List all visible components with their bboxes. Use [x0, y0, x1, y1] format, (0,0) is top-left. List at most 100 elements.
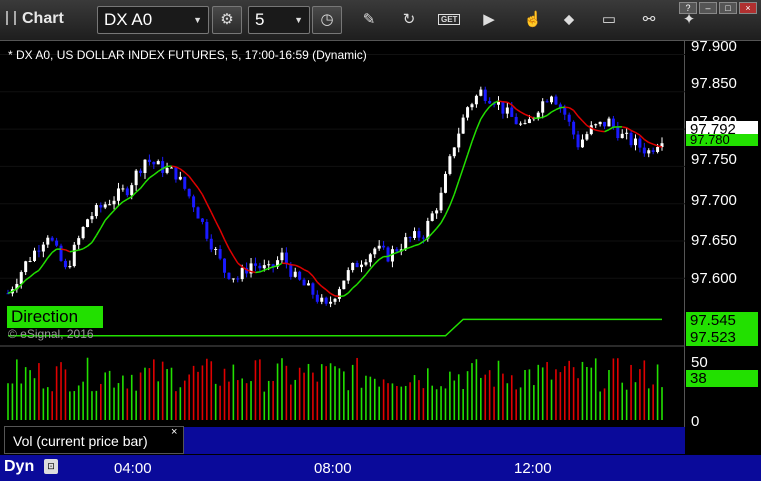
volume-bar — [466, 371, 469, 420]
candle-body — [28, 260, 32, 262]
volume-bar — [130, 374, 133, 420]
candle-body — [298, 271, 302, 280]
moving-average-segment — [369, 263, 376, 270]
moving-average-segment — [418, 240, 424, 246]
volume-bar — [369, 376, 372, 420]
candle-body — [253, 263, 257, 266]
candle-body — [452, 147, 456, 157]
moving-average-segment — [294, 264, 300, 268]
moving-average-segment — [144, 177, 150, 184]
volume-bar — [166, 369, 168, 420]
candle-body — [576, 134, 580, 148]
volume-bar — [175, 391, 177, 420]
candle-body — [497, 101, 500, 105]
candle-body — [99, 205, 103, 208]
volume-bar — [612, 358, 615, 420]
moving-average-segment — [577, 115, 584, 122]
volume-panel-label[interactable]: Vol (current price bar) — [4, 426, 184, 454]
moving-average-segment — [475, 118, 482, 130]
candle-body — [589, 125, 593, 135]
volume-bar — [599, 391, 601, 420]
volume-bar — [546, 362, 548, 420]
volume-bar — [347, 390, 350, 420]
volume-bar — [426, 368, 429, 420]
candle-body — [448, 156, 452, 174]
volume-bar — [617, 358, 619, 420]
dynamic-mode-label[interactable]: Dyn — [4, 458, 34, 476]
moving-average-segment — [444, 205, 451, 216]
moving-average-segment — [193, 181, 199, 189]
candle-body — [130, 185, 134, 196]
moving-average-segment — [312, 275, 318, 283]
volume-bar — [303, 372, 305, 420]
price-tick: 97.750 — [691, 151, 737, 168]
chart-description: * DX A0, US DOLLAR INDEX FUTURES, 5, 17:… — [8, 48, 367, 62]
close-icon[interactable]: × — [171, 426, 177, 438]
moving-average-segment — [347, 287, 354, 294]
volume-bar — [440, 386, 442, 420]
volume-bar — [457, 374, 460, 420]
volume-bar — [656, 364, 659, 420]
moving-average-segment — [148, 174, 155, 179]
volume-bar — [206, 358, 208, 420]
volume-bar — [241, 378, 244, 420]
volume-bar — [312, 372, 314, 420]
moving-average-segment — [622, 126, 627, 129]
volume-bar — [108, 370, 111, 420]
volume-bar — [272, 380, 274, 420]
volume-bar — [661, 387, 663, 420]
moving-average-segment — [520, 111, 526, 116]
candle-body — [505, 107, 509, 114]
volume-bar — [365, 375, 367, 420]
volume-bar — [537, 364, 540, 420]
volume-bar — [46, 387, 49, 420]
volume-bar — [245, 383, 248, 420]
volume-tick: 50 — [691, 354, 708, 371]
candle-body — [205, 221, 209, 239]
candle-body — [103, 204, 107, 208]
candle-body — [466, 107, 470, 118]
candle-body — [227, 272, 231, 279]
candle-body — [284, 252, 288, 265]
candle-body — [50, 237, 54, 241]
candle-body — [519, 123, 523, 125]
volume-bar — [559, 372, 562, 420]
moving-average-segment — [255, 271, 260, 274]
moving-average-segment — [515, 108, 521, 113]
volume-bar — [285, 365, 288, 420]
candle-body — [470, 104, 474, 108]
direction-study-label[interactable]: Direction — [7, 306, 103, 328]
volume-bar — [590, 367, 593, 420]
volume-bar — [188, 374, 190, 420]
volume-bar — [157, 381, 160, 420]
volume-bar — [449, 371, 451, 420]
moving-average-segment — [272, 265, 278, 268]
candle-body — [147, 159, 151, 162]
volume-bar — [462, 389, 464, 420]
moving-average-segment — [436, 222, 442, 229]
volume-bar — [77, 385, 80, 420]
candle-body — [218, 248, 222, 259]
lock-icon[interactable]: ⊡ — [44, 459, 58, 474]
moving-average-segment — [113, 205, 120, 212]
volume-bar — [502, 373, 504, 420]
candle-body — [108, 204, 112, 206]
volume-tick: 0 — [691, 413, 700, 430]
candle-body — [223, 258, 227, 273]
volume-bar — [232, 364, 235, 420]
moving-average-segment — [122, 198, 128, 203]
candle-body — [607, 118, 611, 127]
moving-average-segment — [47, 251, 53, 259]
moving-average-segment — [307, 271, 314, 277]
candle-body — [633, 138, 637, 146]
candle-body — [386, 247, 390, 262]
volume-bar — [325, 366, 327, 420]
copyright-text: © eSignal, 2016 — [8, 327, 94, 341]
price-tick: 97.850 — [691, 75, 737, 92]
moving-average-segment — [431, 227, 438, 234]
candle-body — [417, 231, 421, 238]
volume-bar — [16, 359, 18, 420]
volume-bar — [197, 371, 199, 420]
candle-body — [620, 133, 624, 139]
moving-average-segment — [188, 175, 195, 183]
